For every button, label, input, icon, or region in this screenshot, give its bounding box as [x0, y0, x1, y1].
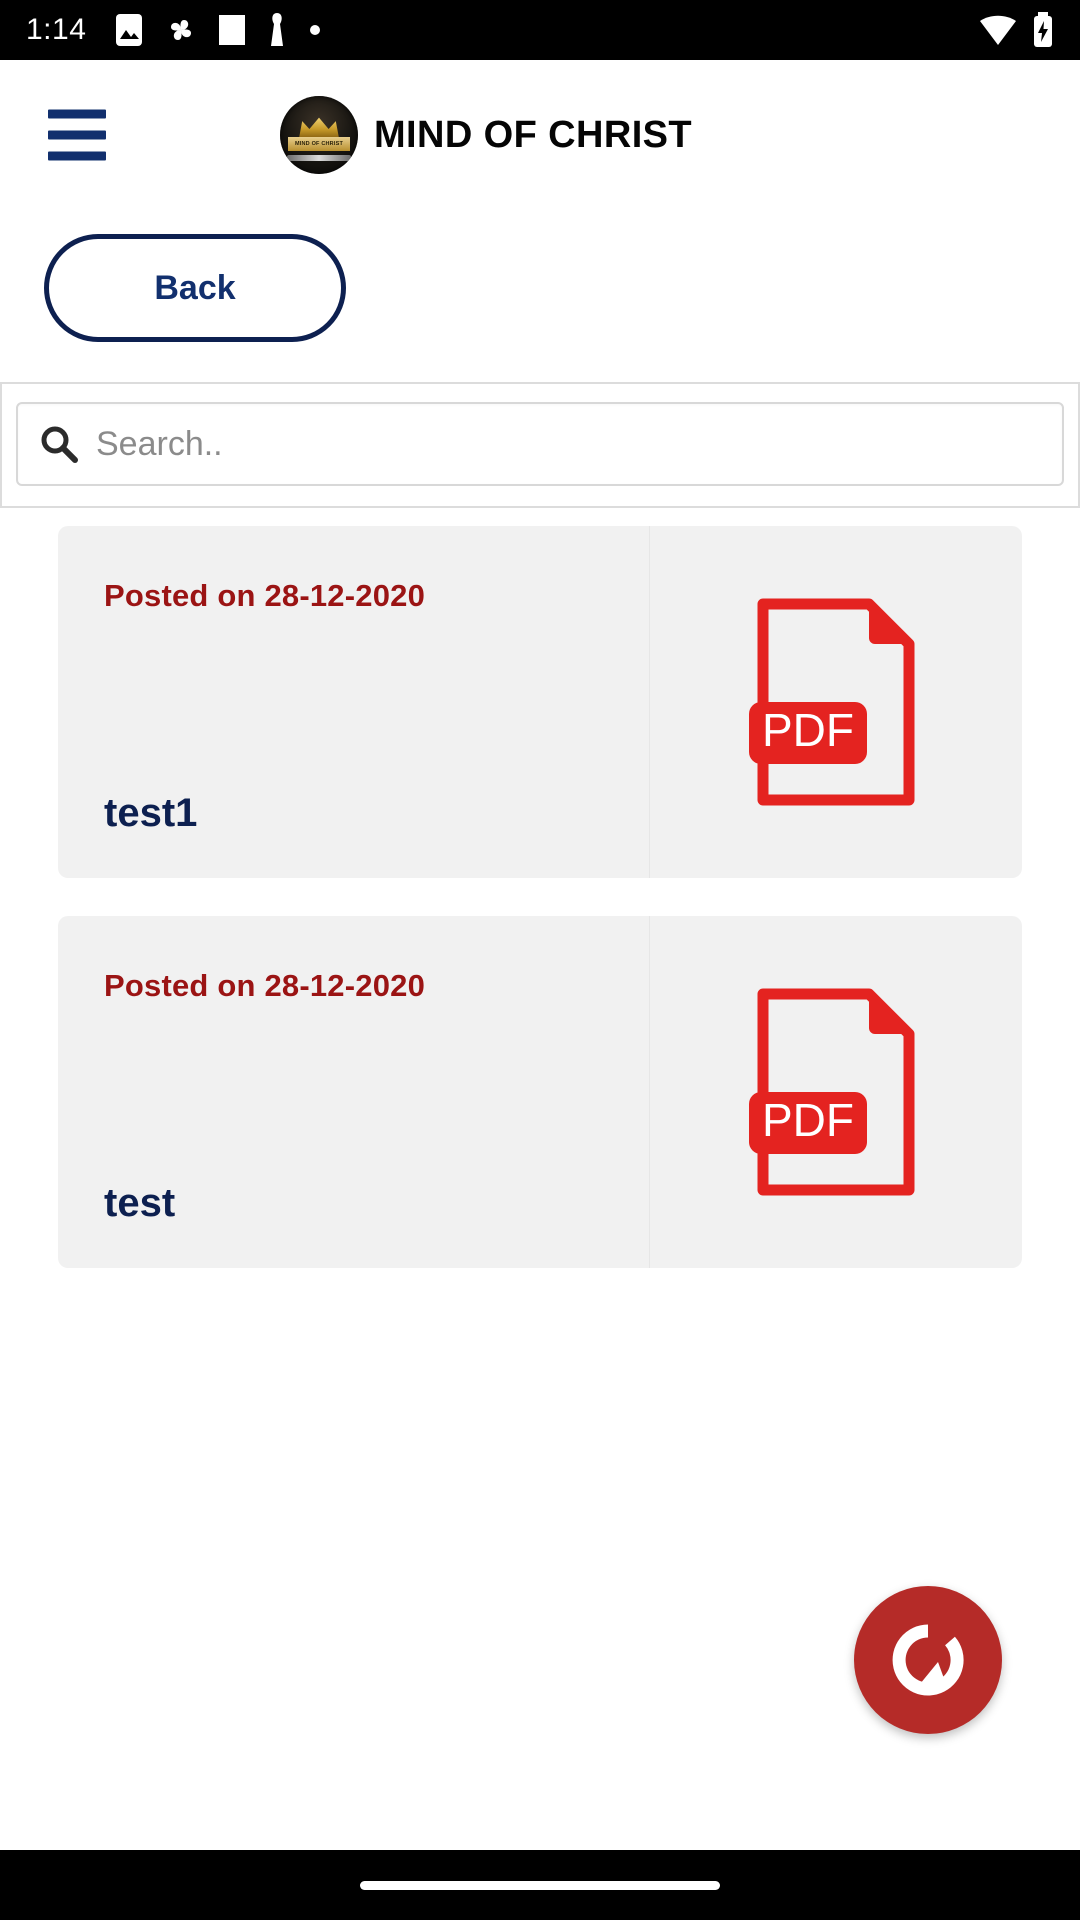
search-section [0, 382, 1080, 508]
card-date: Posted on 28-12-2020 [104, 968, 426, 1003]
card-file-thumb[interactable]: PDF [650, 916, 1022, 1268]
search-box[interactable] [16, 402, 1064, 486]
key-icon [271, 13, 284, 46]
logo-banner: MIND OF CHRIST [288, 136, 350, 151]
document-list: Posted on 28-12-2020 test1 PDF Posted on… [0, 508, 1080, 1268]
list-item[interactable]: Posted on 28-12-2020 test1 PDF [58, 526, 1022, 878]
hamburger-menu-icon[interactable] [48, 109, 106, 161]
hamburger-line [48, 151, 106, 161]
status-notification-icons [114, 12, 322, 48]
wifi-icon [980, 15, 1016, 45]
card-info: Posted on 28-12-2020 test1 [58, 526, 650, 878]
app-header: MIND OF CHRIST MIND OF CHRIST [0, 60, 1080, 210]
sword-icon [287, 155, 351, 162]
status-system-icons [978, 12, 1054, 48]
home-gesture-pill[interactable] [360, 1880, 720, 1890]
card-title: test1 [104, 791, 198, 835]
brand: MIND OF CHRIST MIND OF CHRIST [280, 96, 692, 174]
status-bar: 1:14 [0, 0, 1080, 60]
page-title: MIND OF CHRIST [374, 113, 693, 156]
search-icon [41, 426, 78, 463]
refresh-icon [892, 1624, 964, 1696]
system-navigation-bar [0, 1850, 1080, 1920]
pinwheel-icon [171, 20, 192, 40]
hamburger-line [48, 109, 106, 119]
square-icon [219, 15, 246, 45]
card-date: Posted on 28-12-2020 [104, 578, 426, 613]
dot-icon [310, 25, 321, 35]
logo-banner-text: MIND OF CHRIST [294, 140, 344, 147]
crown-icon [299, 117, 339, 139]
card-title: test [104, 1181, 176, 1225]
pdf-label: PDF [762, 704, 854, 756]
back-button[interactable]: Back [44, 234, 346, 342]
card-info: Posted on 28-12-2020 test [58, 916, 650, 1268]
mind-of-christ-logo: MIND OF CHRIST [280, 96, 358, 174]
status-time: 1:14 [26, 13, 87, 46]
photo-icon [116, 14, 143, 46]
back-button-row: Back [0, 210, 1080, 342]
hamburger-line [48, 130, 106, 140]
list-item[interactable]: Posted on 28-12-2020 test PDF [58, 916, 1022, 1268]
refresh-fab-button[interactable] [854, 1586, 1002, 1734]
pdf-file-icon: PDF [749, 598, 915, 806]
pdf-file-icon: PDF [749, 988, 915, 1196]
app-screen: 1:14 MIND OF CHRIST MIND OF CHRIST Back … [0, 0, 1080, 1920]
battery-charging-icon [1034, 12, 1052, 47]
pdf-label: PDF [762, 1094, 854, 1146]
search-input[interactable] [96, 404, 1040, 484]
card-file-thumb[interactable]: PDF [650, 526, 1022, 878]
